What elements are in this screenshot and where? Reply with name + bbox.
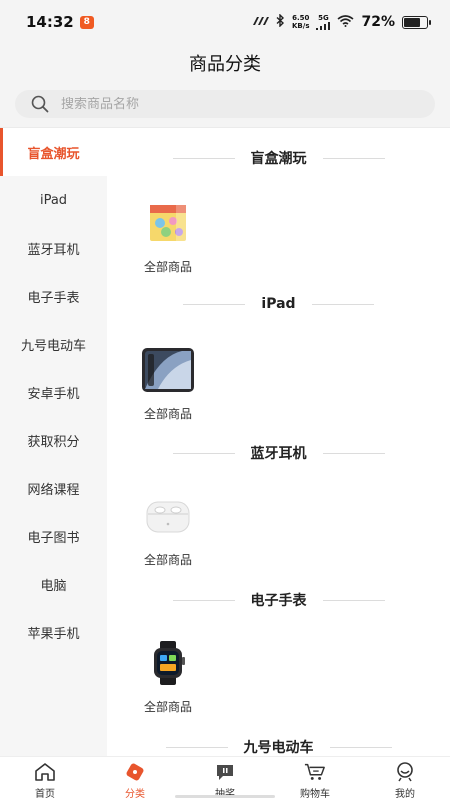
app-screen: 14:32 8 6.50 KB/s 5G 72% 商品分类 搜索商品名称 盲盒潮… [0, 0, 450, 800]
smartwatch-image [139, 634, 197, 692]
sidebar-item-computer[interactable]: 电脑 [0, 560, 107, 608]
profile-icon [394, 762, 416, 782]
section-title: 盲盒潮玩 [250, 151, 307, 167]
battery-percent: 72% [361, 14, 395, 30]
status-time: 14:32 [26, 13, 74, 31]
sidebar-item-blind-box[interactable]: 盲盒潮玩 [0, 128, 107, 176]
product-label: 全部商品 [143, 260, 192, 274]
divider [322, 599, 385, 601]
sidebar-item-online-courses[interactable]: 网络课程 [0, 464, 107, 512]
cellular-signal-icon: 5G [316, 14, 331, 30]
divider [329, 746, 392, 748]
sidebar-item-label: 电子图书 [27, 530, 80, 546]
sidebar-item-label: iPad [39, 192, 68, 208]
sidebar-item-label: 蓝牙耳机 [27, 242, 80, 258]
section-title: 电子手表 [250, 593, 307, 609]
search-box[interactable] [15, 90, 435, 118]
ipad-image [139, 341, 197, 399]
status-bar: 14:32 8 6.50 KB/s 5G 72% [0, 0, 450, 44]
product-label: 全部商品 [143, 700, 192, 714]
sidebar-item-label: 苹果手机 [27, 626, 80, 642]
tab-profile[interactable]: 我的 [360, 757, 450, 800]
search-input[interactable] [61, 96, 381, 112]
category-icon [124, 762, 146, 782]
page-title: 商品分类 [189, 54, 261, 75]
signal-label: 5G [318, 14, 329, 22]
bluetooth-icon [276, 13, 285, 30]
tab-label: 分类 [125, 789, 145, 800]
sidebar-item-iphone[interactable]: 苹果手机 [0, 608, 107, 656]
home-icon [34, 762, 56, 782]
sidebar-item-ninebot-scooter[interactable]: 九号电动车 [0, 320, 107, 368]
sidebar-item-label: 电子手表 [27, 290, 80, 306]
sidebar-item-label: 网络课程 [27, 482, 80, 498]
section-header: 盲盒潮玩 [107, 148, 450, 168]
status-icons: 6.50 KB/s 5G 72% [251, 13, 431, 30]
sidebar-item-label: 获取积分 [27, 434, 80, 450]
earbuds-image [139, 487, 197, 545]
section-header: 九号电动车 [107, 737, 450, 756]
sidebar-item-android-phone[interactable]: 安卓手机 [0, 368, 107, 416]
nfc-icon [251, 16, 269, 29]
sidebar-item-label: 九号电动车 [20, 338, 86, 354]
sidebar-item-ipad[interactable]: iPad [0, 176, 107, 224]
sidebar-item-bluetooth-earphones[interactable]: 蓝牙耳机 [0, 224, 107, 272]
wifi-icon [337, 14, 354, 30]
search-icon [31, 95, 49, 113]
divider [172, 599, 235, 601]
section-title: 九号电动车 [243, 740, 314, 756]
network-speed: 6.50 KB/s [292, 14, 309, 30]
search-bar [0, 82, 450, 128]
product-item[interactable]: 全部商品 [135, 634, 201, 715]
sidebar-item-smartwatch[interactable]: 电子手表 [0, 272, 107, 320]
sidebar-item-label: 盲盒潮玩 [27, 146, 80, 162]
divider [172, 452, 235, 454]
tab-lottery[interactable]: 抽奖 [180, 757, 270, 800]
tab-label: 首页 [35, 789, 55, 800]
sidebar-item-label: 安卓手机 [27, 386, 80, 402]
sidebar-item-ebooks[interactable]: 电子图书 [0, 512, 107, 560]
tab-cart[interactable]: 购物车 [270, 757, 360, 800]
tab-label: 我的 [395, 789, 415, 800]
product-item[interactable]: 全部商品 [135, 487, 201, 568]
product-label: 全部商品 [143, 553, 192, 567]
net-speed-value: 6.50 [292, 14, 310, 22]
divider [172, 157, 235, 159]
tab-label: 购物车 [300, 789, 330, 800]
cart-icon [304, 762, 326, 782]
category-content: 盲盒潮玩 全部商品 iPad 全部商品 蓝牙耳机 全部商品 电子手表 全部商品 … [107, 128, 450, 756]
net-speed-unit: KB/s [292, 22, 310, 30]
divider [322, 452, 385, 454]
battery-fill [404, 17, 420, 27]
battery-icon [402, 15, 431, 29]
product-item[interactable]: 全部商品 [135, 341, 201, 422]
divider [165, 746, 228, 748]
lottery-icon [214, 762, 236, 782]
sidebar-item-label: 电脑 [40, 578, 67, 594]
section-title: 蓝牙耳机 [250, 446, 307, 462]
section-header: 蓝牙耳机 [107, 443, 450, 463]
category-sidebar: 盲盒潮玩 iPad 蓝牙耳机 电子手表 九号电动车 安卓手机 获取积分 网络课程… [0, 128, 107, 756]
blind-box-image [139, 194, 197, 252]
divider [322, 157, 385, 159]
home-indicator [175, 795, 275, 798]
tab-category[interactable]: 分类 [90, 757, 180, 800]
divider [311, 303, 374, 305]
section-header: iPad [107, 296, 450, 312]
product-label: 全部商品 [143, 407, 192, 421]
tab-home[interactable]: 首页 [0, 757, 90, 800]
divider [183, 303, 246, 305]
bottom-tab-bar: 首页 分类 抽奖 购物车 我的 [0, 756, 450, 800]
sidebar-item-earn-points[interactable]: 获取积分 [0, 416, 107, 464]
product-item[interactable]: 全部商品 [135, 194, 201, 275]
section-header: 电子手表 [107, 590, 450, 610]
header: 商品分类 [0, 44, 450, 82]
section-title: iPad [261, 296, 296, 312]
notification-badge: 8 [79, 15, 94, 29]
